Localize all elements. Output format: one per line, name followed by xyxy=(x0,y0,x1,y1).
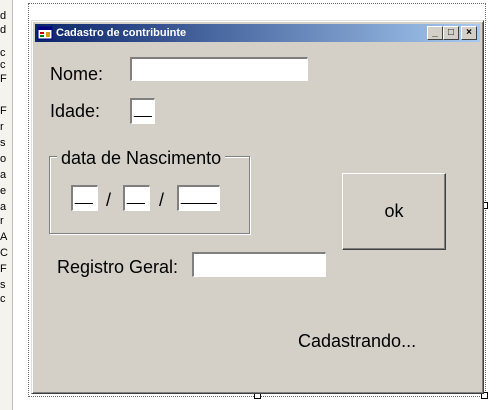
side-panel-text: e xyxy=(0,185,7,197)
side-panel-text: o xyxy=(0,153,7,165)
side-panel-text: c xyxy=(0,47,6,59)
side-panel-text: a xyxy=(0,169,7,181)
mes-input[interactable]: __ xyxy=(122,184,151,212)
registro-geral-input[interactable] xyxy=(191,251,327,278)
form-icon xyxy=(37,26,53,40)
minimize-button[interactable]: _ xyxy=(427,26,443,40)
window-title: Cadastro de contribuinte xyxy=(56,27,187,39)
side-panel-text: d xyxy=(0,10,7,22)
date-separator-1: / xyxy=(106,190,112,210)
side-panel-text: C xyxy=(0,247,8,259)
side-panel-text: s xyxy=(0,279,6,291)
idade-input[interactable]: __ xyxy=(129,97,156,125)
date-separator-2: / xyxy=(159,190,165,210)
nome-input[interactable] xyxy=(129,56,309,82)
side-panel-text: s xyxy=(0,137,6,149)
side-panel-text: a xyxy=(0,201,7,213)
side-panel-text: d xyxy=(0,24,7,36)
side-panel-text: A xyxy=(0,231,8,243)
title-bar[interactable]: Cadastro de contribuinte _ □ × xyxy=(35,24,480,42)
status-text: Cadastrando... xyxy=(298,331,417,351)
side-panel-text: F xyxy=(0,105,7,117)
maximize-button[interactable]: □ xyxy=(443,26,459,40)
nome-label: Nome: xyxy=(50,64,104,84)
idade-label: Idade: xyxy=(50,101,101,121)
side-panel-text: F xyxy=(0,263,7,275)
side-panel-text: r xyxy=(0,215,4,227)
side-panel-text: r xyxy=(0,121,4,133)
side-panel-text: F xyxy=(0,73,7,85)
close-button[interactable]: × xyxy=(461,26,477,40)
data-nascimento-label: data de Nascimento xyxy=(57,148,226,169)
ok-button[interactable]: ok xyxy=(342,173,446,250)
registro-geral-label: Registro Geral: xyxy=(57,257,179,277)
dia-input[interactable]: __ xyxy=(70,184,99,212)
designer-side-panel: ddccFFrsoaearACFsc xyxy=(0,0,13,410)
ano-input[interactable]: ____ xyxy=(176,184,221,212)
side-panel-text: c xyxy=(0,59,6,71)
side-panel-text: c xyxy=(0,293,6,305)
